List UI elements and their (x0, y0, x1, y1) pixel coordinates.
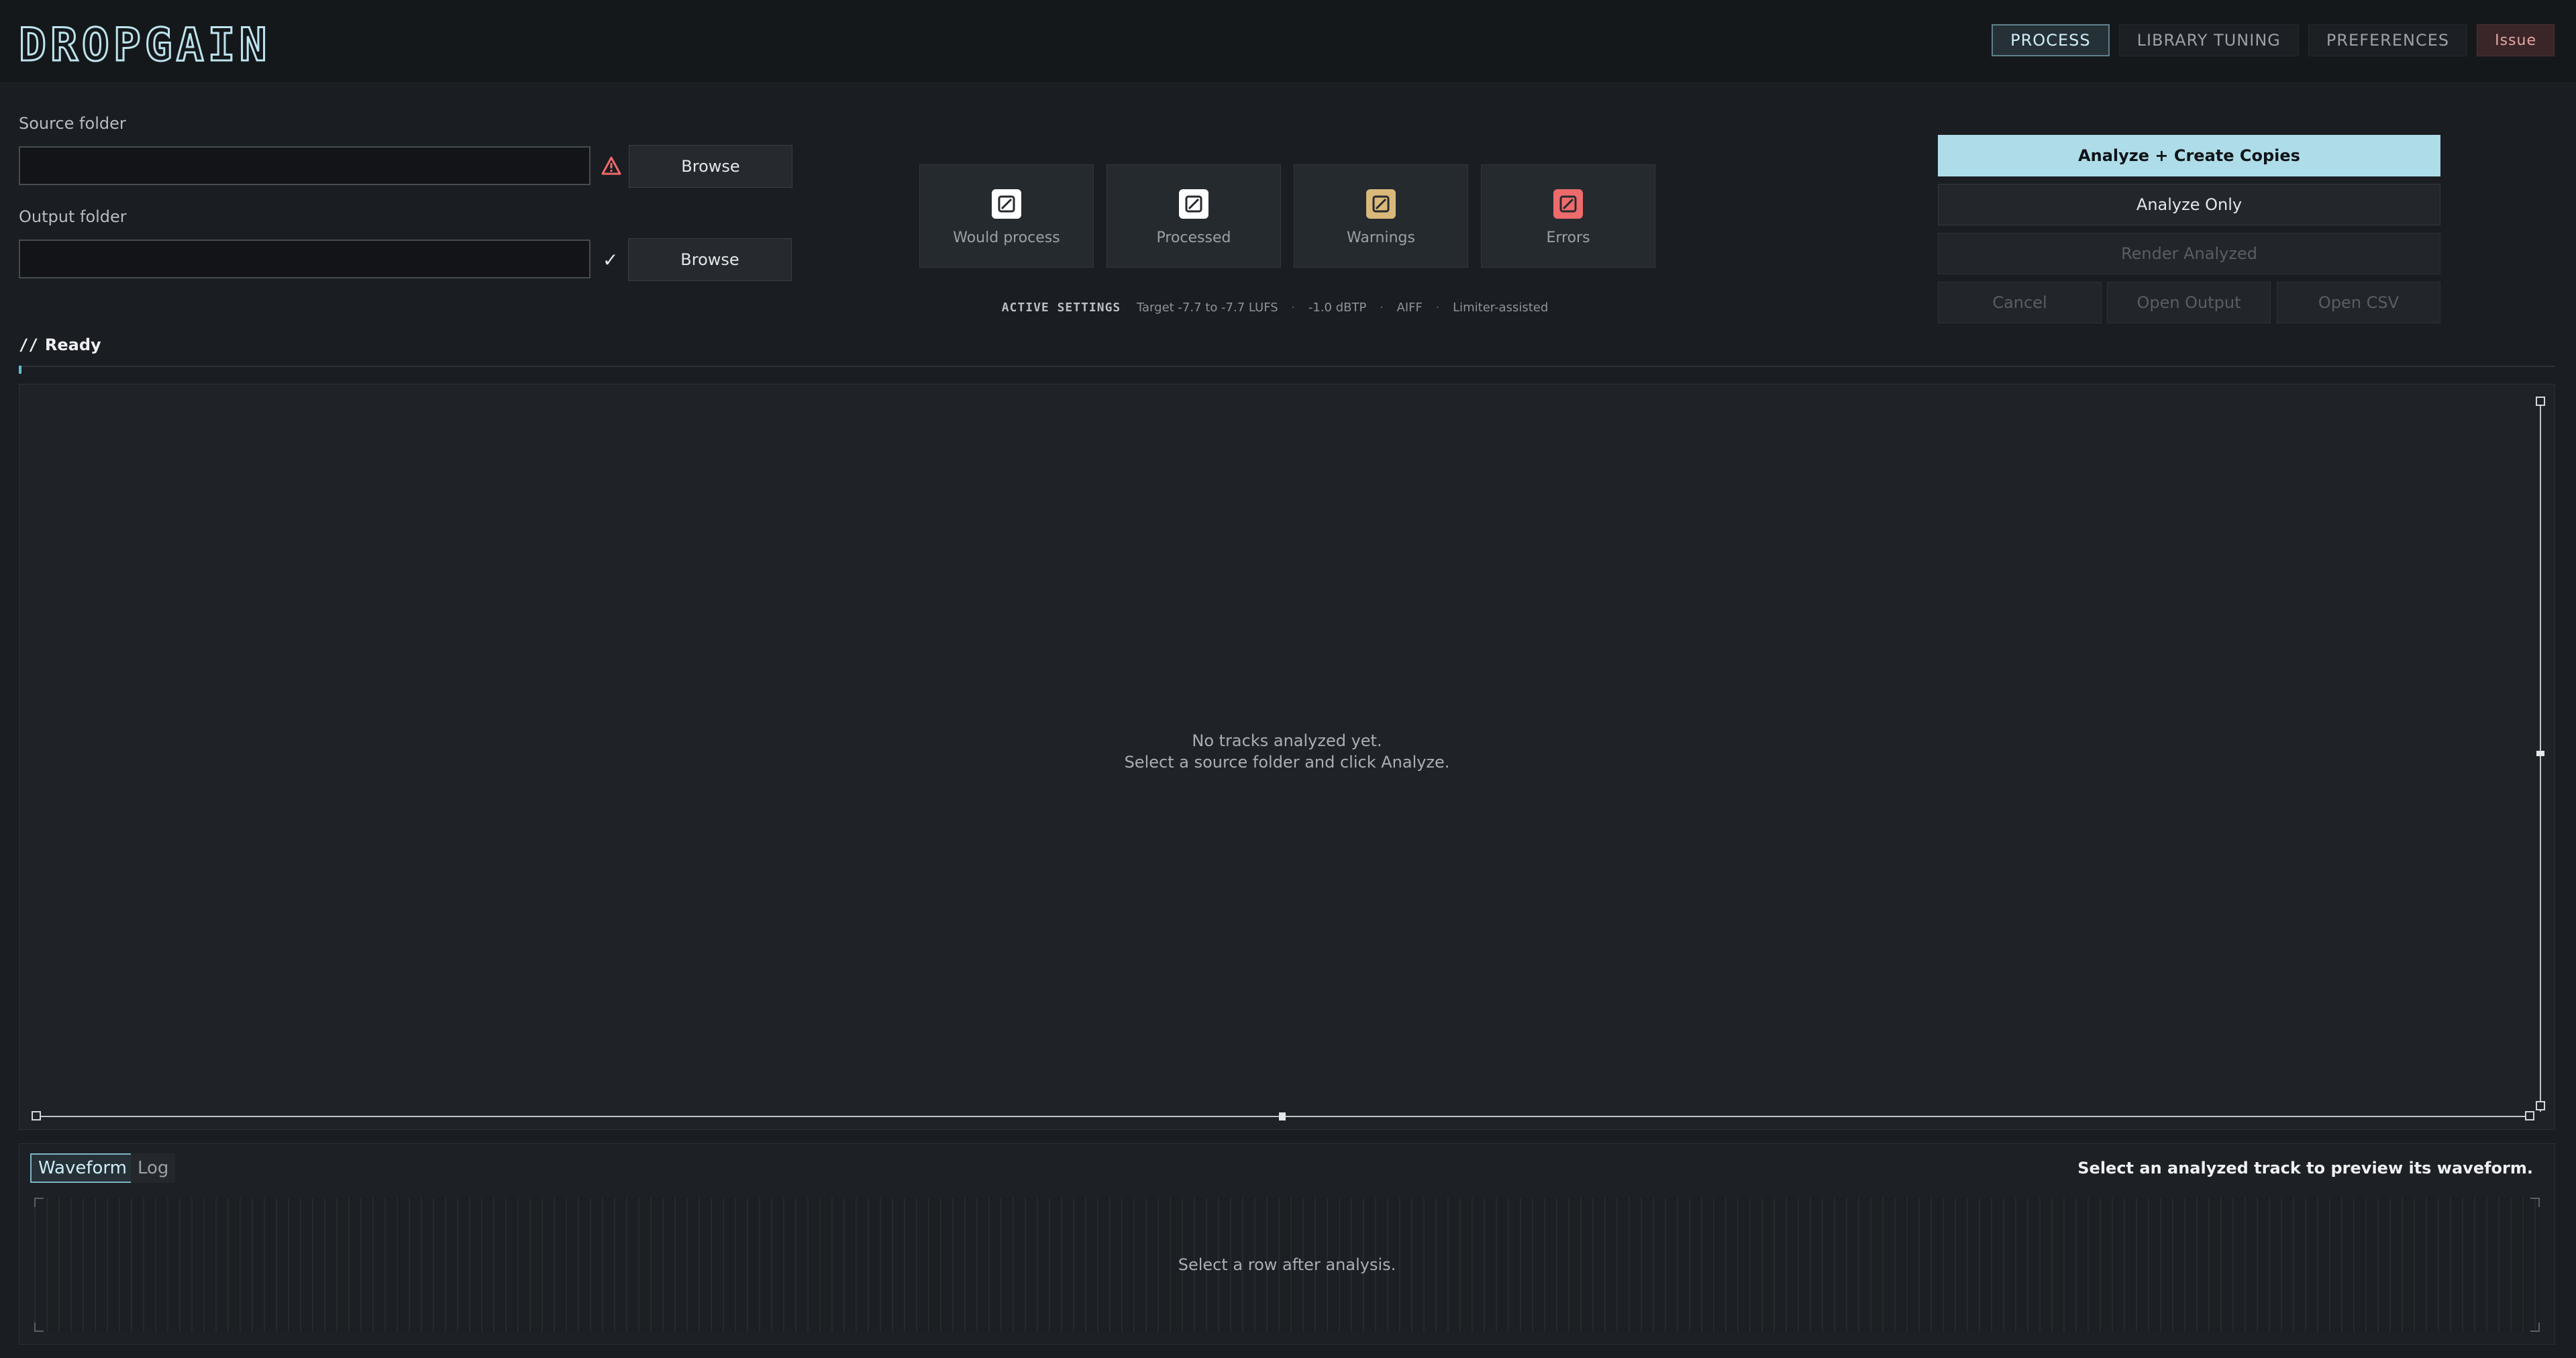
check-icon: ✓ (603, 249, 619, 271)
source-browse-button[interactable]: Browse (629, 145, 792, 188)
table-empty-line1: No tracks analyzed yet. (1192, 731, 1382, 750)
scroll-down-handle[interactable] (2536, 1101, 2545, 1110)
slash-square-icon (1553, 189, 1583, 219)
active-settings: ACTIVE SETTINGS Target -7.7 to -7.7 LUFS… (919, 301, 1631, 315)
nav-library-tuning[interactable]: LIBRARY TUNING (2118, 24, 2299, 56)
setting-target: Target -7.7 to -7.7 LUFS (1137, 301, 1278, 315)
stat-card-warnings: Warnings (1294, 164, 1468, 268)
render-analyzed-button[interactable]: Render Analyzed (1938, 233, 2440, 274)
stat-card-processed: Processed (1106, 164, 1281, 268)
app-header: DROPGAIN PROCESS LIBRARY TUNING PREFEREN… (0, 0, 2576, 83)
corner-mark (34, 1322, 44, 1332)
setting-true-peak: -1.0 dBTP (1308, 301, 1367, 315)
table-empty-message: No tracks analyzed yet. Select a source … (19, 730, 2555, 773)
setting-format: AIFF (1396, 301, 1423, 315)
scroll-up-handle[interactable] (2536, 397, 2545, 406)
progress-bar (19, 366, 2555, 367)
slash-square-icon (1179, 189, 1208, 219)
stat-card-label: Warnings (1347, 229, 1415, 246)
settings-separator: · (1291, 301, 1296, 315)
source-folder-input[interactable] (19, 146, 590, 185)
stat-card-errors: Errors (1481, 164, 1655, 268)
warning-icon (601, 156, 621, 179)
waveform-hint: Select an analyzed track to preview its … (2077, 1159, 2533, 1178)
nav-preferences[interactable]: PREFERENCES (2308, 24, 2468, 56)
horizontal-scroll-thumb[interactable] (1279, 1112, 1286, 1120)
scroll-right-handle[interactable] (2525, 1111, 2534, 1120)
corner-mark (2530, 1322, 2540, 1332)
nav-process[interactable]: PROCESS (1992, 24, 2110, 56)
output-folder-label: Output folder (19, 207, 127, 226)
active-settings-title: ACTIVE SETTINGS (1001, 301, 1121, 315)
stat-card-label: Errors (1546, 229, 1590, 246)
tab-log[interactable]: Log (131, 1153, 176, 1183)
source-folder-label: Source folder (19, 114, 126, 133)
corner-mark (34, 1198, 44, 1207)
main-nav: PROCESS LIBRARY TUNING PREFERENCES Issue (1992, 24, 2555, 56)
analyze-create-copies-button[interactable]: Analyze + Create Copies (1938, 135, 2440, 176)
open-csv-button[interactable]: Open CSV (2277, 282, 2440, 323)
vertical-scroll-thumb[interactable] (2536, 751, 2544, 756)
preview-panel: Waveform Log Select an analyzed track to… (19, 1143, 2555, 1345)
track-table[interactable]: No tracks analyzed yet. Select a source … (19, 384, 2555, 1130)
table-empty-line2: Select a source folder and click Analyze… (1124, 753, 1450, 772)
app-logo: DROPGAIN (18, 19, 271, 72)
slash-square-icon (1366, 189, 1396, 219)
stat-card-label: Processed (1156, 229, 1231, 246)
status-text: Ready (44, 335, 101, 354)
open-output-button[interactable]: Open Output (2107, 282, 2271, 323)
nav-issue[interactable]: Issue (2477, 24, 2555, 56)
settings-separator: · (1380, 301, 1384, 315)
stat-card-would-process: Would process (919, 164, 1094, 268)
tab-waveform[interactable]: Waveform (30, 1153, 135, 1183)
analyze-only-button[interactable]: Analyze Only (1938, 184, 2440, 225)
corner-mark (2530, 1198, 2540, 1207)
settings-separator: · (1435, 301, 1440, 315)
status-line: // Ready (19, 335, 101, 354)
cancel-button[interactable]: Cancel (1938, 282, 2102, 323)
waveform-empty-message: Select a row after analysis. (1178, 1255, 1396, 1274)
slash-square-icon (992, 189, 1021, 219)
stat-card-label: Would process (953, 229, 1060, 246)
scroll-left-handle[interactable] (32, 1111, 41, 1120)
setting-mode: Limiter-assisted (1453, 301, 1549, 315)
output-browse-button[interactable]: Browse (628, 238, 792, 281)
waveform-area[interactable]: Select a row after analysis. (34, 1198, 2540, 1332)
progress-start-tick (19, 366, 21, 374)
status-marker: // (19, 335, 38, 354)
output-folder-input[interactable] (19, 240, 590, 278)
